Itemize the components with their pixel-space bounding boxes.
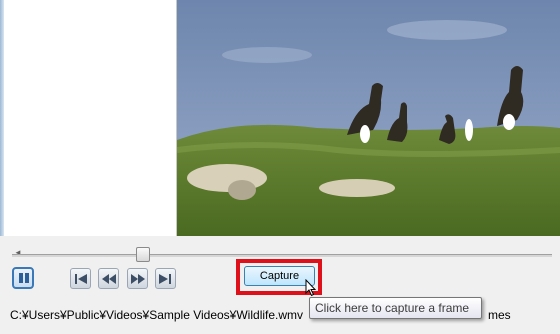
skip-to-end-button[interactable] [155, 268, 176, 289]
pause-icon [19, 273, 23, 283]
window-edge [0, 0, 4, 236]
seek-track[interactable] [12, 254, 552, 257]
mouse-pointer-icon [305, 279, 317, 297]
step-back-icon [102, 274, 116, 284]
skip-to-start-button[interactable] [70, 268, 91, 289]
pause-icon-bar [25, 273, 29, 283]
left-panel [0, 0, 177, 236]
step-forward-icon [131, 274, 145, 284]
pause-button[interactable] [12, 267, 34, 289]
step-back-button[interactable] [98, 268, 119, 289]
skip-to-end-icon [159, 274, 171, 284]
file-path-text: C:¥Users¥Public¥Videos¥Sample Videos¥Wil… [10, 308, 304, 322]
skip-to-start-icon [75, 274, 87, 284]
video-frame[interactable] [177, 0, 560, 236]
step-forward-button[interactable] [127, 268, 148, 289]
status-frames-text: mes [488, 308, 511, 322]
seek-slider-thumb[interactable] [136, 247, 150, 262]
capture-tooltip: Click here to capture a frame [309, 297, 482, 319]
video-frame-image [177, 0, 560, 236]
